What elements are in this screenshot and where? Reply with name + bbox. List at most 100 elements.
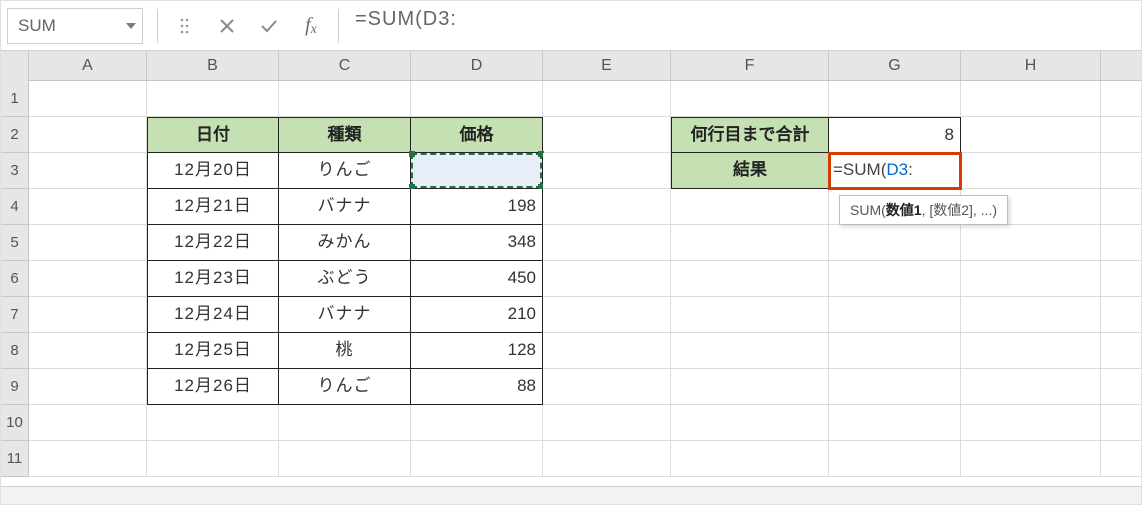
row-header-4[interactable]: 4	[1, 189, 29, 225]
cell-G7[interactable]	[829, 297, 961, 333]
cell-C4[interactable]: バナナ	[279, 189, 411, 225]
cell-B7[interactable]: 12月24日	[147, 297, 279, 333]
cell-H10[interactable]	[961, 405, 1101, 441]
cell-D11[interactable]	[411, 441, 543, 477]
cell-A6[interactable]	[29, 261, 147, 297]
cell-B3[interactable]: 12月20日	[147, 153, 279, 189]
cell-E8[interactable]	[543, 333, 671, 369]
cell-I8[interactable]	[1101, 333, 1142, 369]
cell-H9[interactable]	[961, 369, 1101, 405]
cell-G5[interactable]	[829, 225, 961, 261]
cell-H11[interactable]	[961, 441, 1101, 477]
cell-A1[interactable]	[29, 81, 147, 117]
cell-F11[interactable]	[671, 441, 829, 477]
cell-D10[interactable]	[411, 405, 543, 441]
cell-A10[interactable]	[29, 405, 147, 441]
cell-E3[interactable]	[543, 153, 671, 189]
cell-D2[interactable]: 価格	[411, 117, 543, 153]
cell-C6[interactable]: ぶどう	[279, 261, 411, 297]
cell-C3[interactable]: りんご	[279, 153, 411, 189]
row-header-1[interactable]: 1	[1, 81, 29, 117]
cell-B2[interactable]: 日付	[147, 117, 279, 153]
cell-C11[interactable]	[279, 441, 411, 477]
col-header-A[interactable]: A	[29, 51, 147, 81]
cell-A4[interactable]	[29, 189, 147, 225]
cell-D1[interactable]	[411, 81, 543, 117]
row-header-9[interactable]: 9	[1, 369, 29, 405]
name-box[interactable]: SUM	[7, 8, 143, 44]
cell-I9[interactable]	[1101, 369, 1142, 405]
chevron-down-icon[interactable]	[126, 23, 136, 29]
col-header-I[interactable]: I	[1101, 51, 1142, 81]
cell-G9[interactable]	[829, 369, 961, 405]
cell-C1[interactable]	[279, 81, 411, 117]
cell-F7[interactable]	[671, 297, 829, 333]
row-header-3[interactable]: 3	[1, 153, 29, 189]
cell-D6[interactable]: 450	[411, 261, 543, 297]
cell-D4[interactable]: 198	[411, 189, 543, 225]
cell-I5[interactable]	[1101, 225, 1142, 261]
cell-G6[interactable]	[829, 261, 961, 297]
cell-D5[interactable]: 348	[411, 225, 543, 261]
cell-E5[interactable]	[543, 225, 671, 261]
cell-G1[interactable]	[829, 81, 961, 117]
cell-H3[interactable]	[961, 153, 1101, 189]
row-header-5[interactable]: 5	[1, 225, 29, 261]
cell-I10[interactable]	[1101, 405, 1142, 441]
select-all-corner[interactable]	[1, 51, 29, 81]
cell-F10[interactable]	[671, 405, 829, 441]
row-header-10[interactable]: 10	[1, 405, 29, 441]
col-header-D[interactable]: D	[411, 51, 543, 81]
cell-F6[interactable]	[671, 261, 829, 297]
col-header-E[interactable]: E	[543, 51, 671, 81]
cell-H6[interactable]	[961, 261, 1101, 297]
cell-G11[interactable]	[829, 441, 961, 477]
cell-B8[interactable]: 12月25日	[147, 333, 279, 369]
formula-input[interactable]: =SUM(D3:	[345, 8, 1141, 44]
cell-H8[interactable]	[961, 333, 1101, 369]
cell-D9[interactable]: 88	[411, 369, 543, 405]
cell-A8[interactable]	[29, 333, 147, 369]
cell-B9[interactable]: 12月26日	[147, 369, 279, 405]
cell-H7[interactable]	[961, 297, 1101, 333]
cell-I1[interactable]	[1101, 81, 1142, 117]
cell-E2[interactable]	[543, 117, 671, 153]
cell-F8[interactable]	[671, 333, 829, 369]
cell-I4[interactable]	[1101, 189, 1142, 225]
cell-F2[interactable]: 何行目まで合計	[671, 117, 829, 153]
cell-H1[interactable]	[961, 81, 1101, 117]
cell-E1[interactable]	[543, 81, 671, 117]
cell-A5[interactable]	[29, 225, 147, 261]
cell-E11[interactable]	[543, 441, 671, 477]
cell-C8[interactable]: 桃	[279, 333, 411, 369]
worksheet[interactable]: A B C D E F G H I 1 2 日付 種類	[1, 51, 1141, 504]
cell-B6[interactable]: 12月23日	[147, 261, 279, 297]
cell-E7[interactable]	[543, 297, 671, 333]
cell-G2[interactable]: 8	[829, 117, 961, 153]
col-header-H[interactable]: H	[961, 51, 1101, 81]
cell-E4[interactable]	[543, 189, 671, 225]
cell-F5[interactable]	[671, 225, 829, 261]
cell-B5[interactable]: 12月22日	[147, 225, 279, 261]
cell-A2[interactable]	[29, 117, 147, 153]
cell-C10[interactable]	[279, 405, 411, 441]
cell-A9[interactable]	[29, 369, 147, 405]
cell-E10[interactable]	[543, 405, 671, 441]
cell-F4[interactable]	[671, 189, 829, 225]
cell-A7[interactable]	[29, 297, 147, 333]
insert-function-button[interactable]: fx	[290, 8, 332, 44]
cell-D8[interactable]: 128	[411, 333, 543, 369]
cell-F3[interactable]: 結果	[671, 153, 829, 189]
cell-B11[interactable]	[147, 441, 279, 477]
cell-D3[interactable]: 98	[411, 153, 543, 189]
cell-A3[interactable]	[29, 153, 147, 189]
accept-formula-button[interactable]	[248, 8, 290, 44]
cell-B1[interactable]	[147, 81, 279, 117]
horizontal-scrollbar[interactable]	[1, 486, 1141, 504]
cancel-formula-button[interactable]	[206, 8, 248, 44]
cell-E6[interactable]	[543, 261, 671, 297]
cell-B4[interactable]: 12月21日	[147, 189, 279, 225]
cell-C2[interactable]: 種類	[279, 117, 411, 153]
row-header-11[interactable]: 11	[1, 441, 29, 477]
cell-G3[interactable]: =SUM(D3:	[829, 153, 961, 189]
